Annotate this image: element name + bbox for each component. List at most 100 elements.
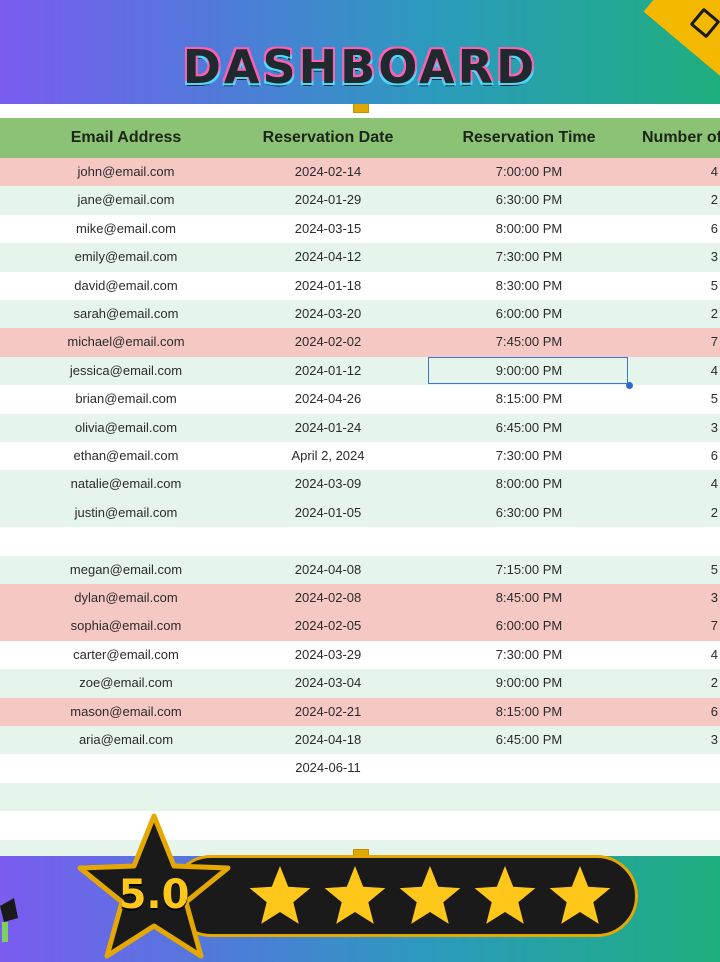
cell-time[interactable]: 7:30:00 PM bbox=[444, 641, 614, 669]
cell-date[interactable] bbox=[248, 840, 408, 856]
table-row[interactable]: aria@email.com 2024-04-18 6:45:00 PM 3 bbox=[0, 726, 720, 755]
cell-guests[interactable]: 6 bbox=[700, 442, 718, 470]
cell-date[interactable]: 2024-02-08 bbox=[248, 584, 408, 612]
cell-email[interactable]: sophia@email.com bbox=[56, 612, 196, 640]
cell-email[interactable]: natalie@email.com bbox=[56, 470, 196, 498]
fill-handle[interactable] bbox=[626, 382, 633, 389]
cell-guests[interactable]: 4 bbox=[700, 470, 718, 498]
cell-date[interactable]: 2024-06-11 bbox=[248, 754, 408, 782]
table-row[interactable]: megan@email.com 2024-04-08 7:15:00 PM 5 bbox=[0, 555, 720, 584]
cell-time[interactable]: 7:00:00 PM bbox=[444, 158, 614, 186]
table-row[interactable]: brian@email.com 2024-04-26 8:15:00 PM 5 bbox=[0, 385, 720, 414]
cell-guests[interactable]: 2 bbox=[700, 300, 718, 328]
cell-email[interactable]: dylan@email.com bbox=[56, 584, 196, 612]
cell-date[interactable]: 2024-03-20 bbox=[248, 300, 408, 328]
cell-guests[interactable] bbox=[700, 840, 718, 856]
cell-guests[interactable]: 4 bbox=[700, 158, 718, 186]
cell-time[interactable]: 8:00:00 PM bbox=[444, 470, 614, 498]
table-row[interactable] bbox=[0, 527, 720, 556]
table-row[interactable]: sarah@email.com 2024-03-20 6:00:00 PM 2 bbox=[0, 300, 720, 329]
table-row[interactable]: mike@email.com 2024-03-15 8:00:00 PM 6 bbox=[0, 214, 720, 244]
table-row[interactable]: david@email.com 2024-01-18 8:30:00 PM 5 bbox=[0, 271, 720, 300]
cell-email[interactable]: brian@email.com bbox=[56, 385, 196, 413]
table-row[interactable]: olivia@email.com 2024-01-24 6:45:00 PM 3 bbox=[0, 413, 720, 442]
cell-email[interactable]: mason@email.com bbox=[56, 698, 196, 726]
cell-email[interactable]: mike@email.com bbox=[56, 215, 196, 243]
cell-date[interactable] bbox=[248, 783, 408, 811]
table-row[interactable]: zoe@email.com 2024-03-04 9:00:00 PM 2 bbox=[0, 669, 720, 698]
selection-handle-icon[interactable] bbox=[353, 104, 369, 113]
cell-email[interactable]: olivia@email.com bbox=[56, 414, 196, 442]
table-row[interactable]: jessica@email.com 2024-01-12 9:00:00 PM 4 bbox=[0, 356, 720, 386]
cell-date[interactable]: 2024-01-12 bbox=[248, 357, 408, 385]
cell-time[interactable]: 6:00:00 PM bbox=[444, 300, 614, 328]
column-header-email[interactable]: Email Address bbox=[56, 118, 196, 158]
table-row[interactable]: natalie@email.com 2024-03-09 8:00:00 PM 4 bbox=[0, 470, 720, 499]
cell-guests[interactable]: 3 bbox=[700, 584, 718, 612]
cell-date[interactable]: 2024-04-26 bbox=[248, 385, 408, 413]
cell-time[interactable]: 6:30:00 PM bbox=[444, 186, 614, 214]
table-row[interactable]: john@email.com 2024-02-14 7:00:00 PM 4 bbox=[0, 158, 720, 187]
cell-date[interactable]: 2024-03-15 bbox=[248, 215, 408, 243]
cell-date[interactable]: 2024-03-09 bbox=[248, 470, 408, 498]
cell-guests[interactable]: 5 bbox=[700, 272, 718, 300]
cell-guests[interactable]: 3 bbox=[700, 726, 718, 754]
cell-time[interactable]: 8:15:00 PM bbox=[444, 698, 614, 726]
cell-date[interactable]: 2024-04-12 bbox=[248, 243, 408, 271]
table-row[interactable]: carter@email.com 2024-03-29 7:30:00 PM 4 bbox=[0, 640, 720, 670]
table-row[interactable]: justin@email.com 2024-01-05 6:30:00 PM 2 bbox=[0, 498, 720, 528]
table-row[interactable]: michael@email.com 2024-02-02 7:45:00 PM 7 bbox=[0, 328, 720, 357]
cell-date[interactable]: 2024-03-04 bbox=[248, 669, 408, 697]
cell-date[interactable]: 2024-02-02 bbox=[248, 328, 408, 356]
cell-date[interactable] bbox=[248, 811, 408, 839]
cell-email[interactable]: michael@email.com bbox=[56, 328, 196, 356]
table-row[interactable]: emily@email.com 2024-04-12 7:30:00 PM 3 bbox=[0, 243, 720, 272]
cell-email[interactable]: sarah@email.com bbox=[56, 300, 196, 328]
cell-email[interactable]: david@email.com bbox=[56, 272, 196, 300]
cell-date[interactable]: 2024-01-18 bbox=[248, 272, 408, 300]
cell-date[interactable]: 2024-01-05 bbox=[248, 499, 408, 527]
cell-guests[interactable]: 2 bbox=[700, 186, 718, 214]
cell-date[interactable]: 2024-01-29 bbox=[248, 186, 408, 214]
column-header-date[interactable]: Reservation Date bbox=[248, 118, 408, 158]
cell-time[interactable]: 6:00:00 PM bbox=[444, 612, 614, 640]
cell-guests[interactable]: 2 bbox=[700, 499, 718, 527]
cell-email[interactable]: carter@email.com bbox=[56, 641, 196, 669]
cell-guests[interactable]: 6 bbox=[700, 698, 718, 726]
cell-time[interactable]: 6:45:00 PM bbox=[444, 414, 614, 442]
cell-date[interactable]: 2024-02-05 bbox=[248, 612, 408, 640]
cell-date[interactable]: 2024-01-24 bbox=[248, 414, 408, 442]
cell-date[interactable]: 2024-02-21 bbox=[248, 698, 408, 726]
cell-email[interactable]: justin@email.com bbox=[56, 499, 196, 527]
cell-guests[interactable]: 2 bbox=[700, 669, 718, 697]
cell-guests[interactable]: 5 bbox=[700, 556, 718, 584]
table-row[interactable]: mason@email.com 2024-02-21 8:15:00 PM 6 bbox=[0, 697, 720, 726]
column-header-guests[interactable]: Number of bbox=[642, 118, 720, 158]
cell-time[interactable] bbox=[444, 783, 614, 811]
cell-email[interactable]: emily@email.com bbox=[56, 243, 196, 271]
cell-time[interactable]: 7:45:00 PM bbox=[444, 328, 614, 356]
cell-time[interactable]: 7:15:00 PM bbox=[444, 556, 614, 584]
table-row[interactable] bbox=[0, 782, 720, 812]
cell-time[interactable] bbox=[444, 840, 614, 856]
table-row[interactable]: jane@email.com 2024-01-29 6:30:00 PM 2 bbox=[0, 186, 720, 215]
cell-email[interactable]: megan@email.com bbox=[56, 556, 196, 584]
cell-guests[interactable] bbox=[700, 754, 718, 782]
cell-time[interactable]: 8:15:00 PM bbox=[444, 385, 614, 413]
table-row[interactable]: ethan@email.com April 2, 2024 7:30:00 PM 6 bbox=[0, 442, 720, 471]
cell-time[interactable]: 7:30:00 PM bbox=[444, 243, 614, 271]
cell-email[interactable]: zoe@email.com bbox=[56, 669, 196, 697]
cell-email[interactable]: ethan@email.com bbox=[56, 442, 196, 470]
cell-email[interactable]: jane@email.com bbox=[56, 186, 196, 214]
cell-guests[interactable]: 3 bbox=[700, 243, 718, 271]
cell-email[interactable]: john@email.com bbox=[56, 158, 196, 186]
cell-guests[interactable]: 4 bbox=[700, 357, 718, 385]
cell-date[interactable] bbox=[248, 527, 408, 555]
cell-email[interactable]: jessica@email.com bbox=[56, 357, 196, 385]
cell-time[interactable]: 9:00:00 PM bbox=[444, 669, 614, 697]
cell-email[interactable]: aria@email.com bbox=[56, 726, 196, 754]
table-row[interactable]: sophia@email.com 2024-02-05 6:00:00 PM 7 bbox=[0, 612, 720, 641]
cell-time[interactable]: 6:30:00 PM bbox=[444, 499, 614, 527]
cell-time[interactable]: 9:00:00 PM bbox=[444, 357, 614, 385]
cell-guests[interactable] bbox=[700, 527, 718, 555]
